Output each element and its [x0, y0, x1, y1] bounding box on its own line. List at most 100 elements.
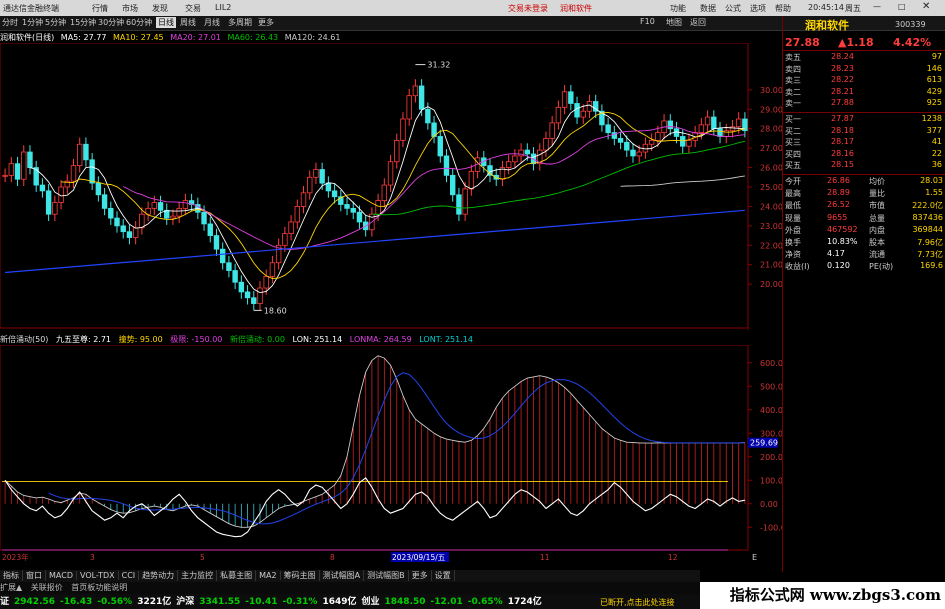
candle	[307, 176, 313, 194]
period-tab-1m[interactable]: 1分钟	[22, 17, 43, 28]
close-icon[interactable]: ✕	[922, 1, 930, 12]
candle	[505, 161, 512, 168]
f10-button[interactable]: F10	[640, 17, 655, 26]
bid-row[interactable]: 买五 28.15 36	[783, 160, 945, 172]
period-tab-30m[interactable]: 30分钟	[98, 17, 124, 28]
candle	[70, 165, 77, 182]
period-tab-intraday[interactable]: 分时	[2, 17, 18, 28]
candle	[213, 235, 220, 250]
fast-line	[4, 477, 746, 538]
candle	[201, 211, 207, 225]
connection-status[interactable]: 已断开,点击此处连接	[600, 597, 675, 608]
date-tick: 12	[668, 553, 678, 562]
indicator-tab[interactable]: 设置	[432, 570, 455, 581]
bid-row[interactable]: 买四 28.16 22	[783, 149, 945, 161]
top-menu-market[interactable]: 市场	[122, 3, 138, 14]
price-axis-tick: 30.00	[760, 86, 782, 95]
ma120-label: MA120: 24.61	[284, 33, 341, 42]
period-tab-monthly[interactable]: 月线	[204, 17, 220, 28]
candle	[456, 194, 462, 215]
top-menu-trade[interactable]: 交易	[185, 3, 201, 14]
indicator-tab[interactable]: MACD	[46, 571, 77, 580]
related-quotes-button[interactable]: 关联报价	[31, 583, 63, 592]
ask-book: 卖五 28.24 97 卖四 28.23 146 卖三 28.22 613 卖二 28.21 4…	[783, 52, 945, 112]
ind-axis-tick: 300.0	[760, 429, 782, 438]
period-tab-60m[interactable]: 60分钟	[126, 17, 152, 28]
candle	[387, 161, 394, 186]
stat-row: 净资 4.17 流通 7.73亿	[783, 249, 945, 261]
indicator-tab[interactable]: MA2	[256, 571, 281, 580]
indicator-tab[interactable]: 私募主图	[217, 570, 257, 581]
indicator-tab[interactable]: CCI	[119, 571, 140, 580]
stock-link[interactable]: 润和软件	[560, 3, 592, 14]
trade-login-link[interactable]: 交易未登录	[508, 3, 548, 14]
bid-row[interactable]: 买三 28.17 41	[783, 137, 945, 149]
stat-label: 总量	[869, 213, 885, 223]
ind-lon: LON: 251.14	[292, 335, 343, 344]
indicator-tab[interactable]: VOL-TDX	[77, 571, 119, 580]
menu-formula[interactable]: 公式	[725, 3, 741, 14]
stat-label: 股本	[869, 238, 885, 247]
indicator-legend: 新倍涌动(50) 九五至尊: 2.71 撞势: 95.00 极限: -150.0…	[0, 334, 478, 345]
help-link[interactable]: 首页板功能说明	[71, 583, 127, 592]
price-axis-tick: 27.00	[760, 144, 782, 153]
price-axis-tick: 29.00	[760, 105, 782, 114]
ask-row[interactable]: 卖四 28.23 146	[783, 64, 945, 76]
ind-axis-tick: 0.00	[760, 500, 778, 509]
menu-help[interactable]: 帮助	[775, 3, 791, 14]
expand-button[interactable]: 扩展▲	[0, 583, 22, 592]
indicator-tab[interactable]: 趋势动力	[139, 570, 179, 581]
period-tab-more[interactable]: 更多	[258, 17, 274, 28]
maximize-icon[interactable]: □	[898, 2, 906, 11]
period-tab-daily[interactable]: 日线	[156, 17, 176, 28]
ind-jwzz: 九五至尊: 2.71	[55, 335, 112, 344]
price-change: ▲1.18	[838, 36, 874, 49]
candle	[555, 106, 562, 124]
ask-row[interactable]: 卖一 27.88 925	[783, 98, 945, 110]
candle	[406, 95, 412, 120]
price-axis-tick: 28.00	[760, 125, 782, 134]
bid-row[interactable]: 买二 28.18 377	[783, 126, 945, 138]
ask-row[interactable]: 卖五 28.24 97	[783, 52, 945, 64]
candlestick-chart[interactable]: 30.00 29.00 28.00 27.00 26.00 25.00 24.00 23.00…	[0, 43, 782, 330]
menu-function[interactable]: 功能	[670, 3, 686, 14]
stat-label: 内盘	[869, 225, 885, 235]
menu-data[interactable]: 数据	[700, 3, 716, 14]
indicator-tab[interactable]: 更多	[409, 570, 432, 581]
indicator-tab[interactable]: 窗口	[23, 570, 46, 581]
ma60-label: MA60: 26.43	[227, 33, 279, 42]
period-tab-15m[interactable]: 15分钟	[70, 17, 96, 28]
candle	[294, 206, 300, 223]
top-menu-quotes[interactable]: 行情	[92, 3, 108, 14]
candle	[288, 221, 294, 235]
date-tick: 2023年	[2, 552, 29, 562]
stat-value: 9655	[827, 212, 848, 222]
back-button[interactable]: 返回	[690, 17, 706, 28]
bid-row[interactable]: 买一 27.87 1238	[783, 114, 945, 126]
candle	[45, 190, 52, 215]
indicator-tab[interactable]: 指标	[0, 570, 23, 581]
minimize-icon[interactable]: —	[873, 2, 881, 11]
date-tick: 8	[330, 553, 335, 562]
indicator-tab[interactable]: 筹码主图	[281, 570, 320, 581]
menu-options[interactable]: 选项	[750, 3, 766, 14]
stat-label: 市值	[869, 201, 885, 211]
ind-axis-tick: 600.0	[760, 359, 782, 368]
period-tab-multi[interactable]: 多周期	[228, 17, 252, 28]
index-status-item: -12.01	[430, 597, 463, 607]
indicator-tab[interactable]: 主力监控	[178, 570, 218, 581]
indicator-tab[interactable]: 测试幅图B	[364, 570, 409, 581]
ask-row[interactable]: 卖三 28.22 613	[783, 75, 945, 87]
top-menu-discover[interactable]: 发现	[152, 3, 168, 14]
top-menu-level2[interactable]: LIL2	[215, 3, 231, 12]
ask-row[interactable]: 卖二 28.21 429	[783, 87, 945, 99]
bottom-tools: 扩展▲ 关联报价 首页板功能说明	[0, 582, 700, 594]
stat-value: 0.120	[827, 261, 850, 271]
period-tab-5m[interactable]: 5分钟	[45, 17, 66, 28]
period-tab-weekly[interactable]: 周线	[180, 17, 196, 28]
indicator-tab[interactable]: 测试幅图A	[320, 570, 365, 581]
stat-row: 收益(I) 0.120 PE(动) 169.6	[783, 261, 945, 273]
indicator-chart[interactable]: 600.0 500.0 400.0 300.0 200.0 100.0 0.00 -100.0…	[0, 345, 782, 563]
stat-value: 7.73亿	[917, 250, 943, 260]
map-button[interactable]: 地图	[666, 17, 682, 28]
